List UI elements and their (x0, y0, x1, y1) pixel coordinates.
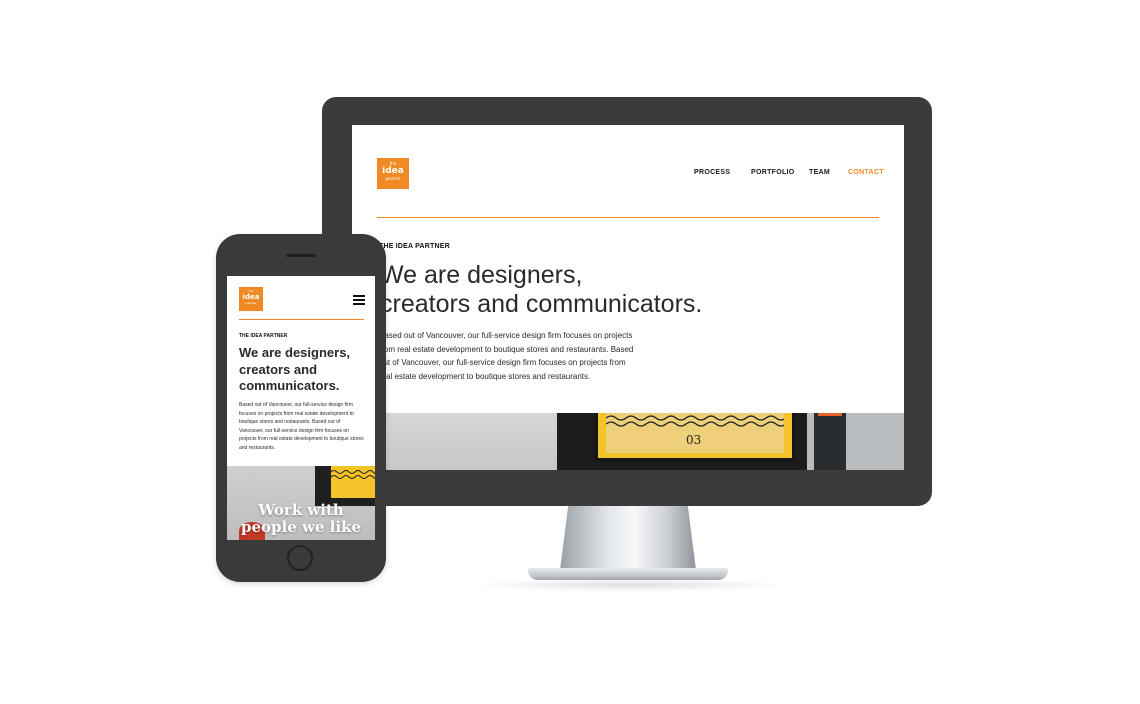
poster-wave-pattern (605, 415, 787, 427)
monitor-stand (560, 506, 696, 570)
poster-inner: 03 (605, 413, 787, 453)
nav-contact[interactable]: CONTACT (848, 169, 884, 176)
mobile-hero-photo: Work with people we like (227, 466, 375, 540)
poster-number: 03 (686, 433, 702, 447)
nav-process[interactable]: PROCESS (694, 169, 730, 176)
desktop-site: the idea partner PROCESS PORTFOLIO TEAM … (352, 125, 904, 470)
mobile-intro-paragraph: Based out of Vancouver, our full-service… (239, 402, 364, 451)
hero-photo: 03 (352, 413, 904, 470)
phone-speaker (286, 254, 316, 257)
photo-dark-object (814, 413, 846, 470)
monitor-stand-shadow (470, 578, 790, 592)
nav-portfolio[interactable]: PORTFOLIO (751, 169, 795, 176)
mobile-eyebrow: THE IDEA PARTNER (239, 333, 288, 339)
intro-paragraph: Based out of Vancouver, our full-service… (379, 331, 634, 381)
mobile-photo-poster (330, 466, 375, 498)
logo-main-text: idea (382, 166, 404, 176)
logo-bottom-text: partner (385, 176, 401, 181)
page-headline: We are designers, creators and communica… (380, 261, 710, 319)
nav-team[interactable]: TEAM (809, 169, 830, 176)
hero-line-2: people we like (241, 518, 361, 536)
monitor-stand-base (528, 568, 728, 580)
mobile-poster-wave-pattern (330, 470, 375, 479)
photo-poster: 03 (595, 413, 795, 461)
mobile-logo-main-text: idea (242, 293, 260, 301)
brand-logo[interactable]: the idea partner (377, 158, 409, 189)
hero-line-1: Work with (258, 501, 344, 519)
phone-home-button (287, 545, 313, 571)
mobile-site: the idea partner THE IDEA PARTNER We are… (227, 276, 375, 540)
headline-line-1: We are designers, (380, 261, 583, 289)
mobile-logo-bottom-text: partner (245, 301, 257, 305)
mobile-headline: We are designers, creators and communica… (239, 345, 351, 393)
hamburger-icon[interactable] (353, 295, 365, 305)
mobile-hero-text: Work with people we like (227, 502, 375, 536)
eyebrow: THE IDEA PARTNER (379, 243, 450, 250)
headline-line-2: creators and communicators. (380, 290, 703, 318)
header-divider (377, 217, 879, 218)
mobile-brand-logo[interactable]: the idea partner (239, 287, 263, 311)
mobile-header-divider (239, 319, 364, 320)
photo-orange-strip (818, 413, 842, 416)
